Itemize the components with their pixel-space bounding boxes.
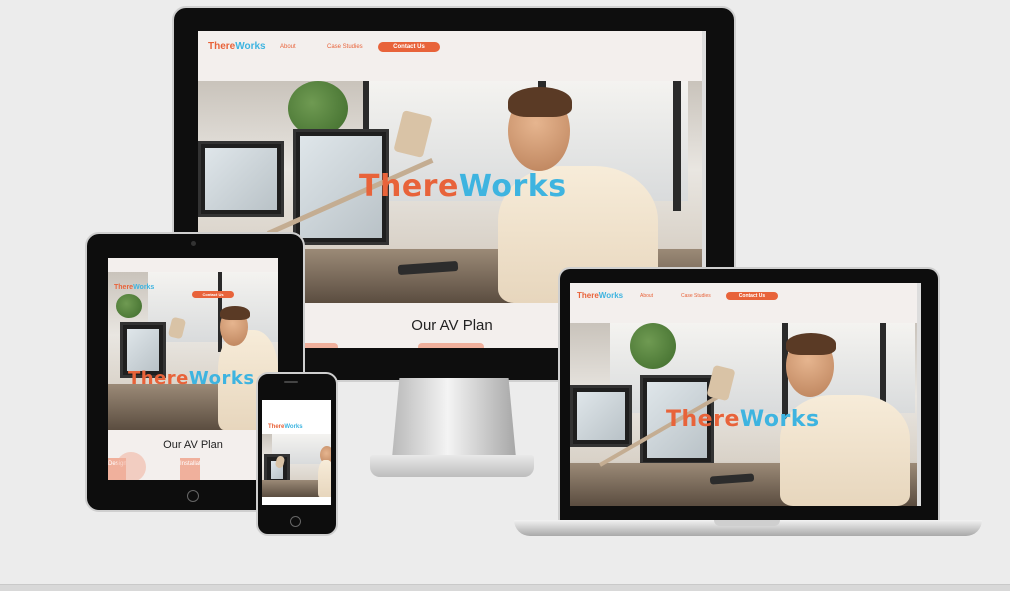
- tablet-circle-decoration: [116, 452, 146, 480]
- hero-works: Works: [458, 169, 567, 204]
- tablet-logo-overlay[interactable]: ThereWorks: [114, 284, 154, 291]
- tablet-contact-button[interactable]: Contact Us: [192, 291, 234, 298]
- logo-there: There: [268, 424, 285, 430]
- hero-there: There: [128, 368, 189, 389]
- desktop-card-peek-right: [418, 343, 484, 348]
- logo-works: Works: [598, 291, 624, 300]
- laptop-trackpad-notch: [714, 520, 780, 526]
- hero-there: There: [666, 407, 740, 432]
- phone-logo[interactable]: ThereWorks: [268, 424, 303, 430]
- desktop-stand: [392, 378, 516, 458]
- hero-works: Works: [739, 407, 820, 432]
- laptop-hero-title: ThereWorks: [666, 407, 820, 432]
- phone-home-button[interactable]: [290, 516, 301, 527]
- laptop-logo[interactable]: ThereWorks: [577, 291, 623, 300]
- laptop-scrollbar[interactable]: [917, 283, 921, 506]
- hero-works: Works: [188, 368, 255, 389]
- tablet-camera: [191, 241, 196, 246]
- logo-there: There: [114, 284, 134, 291]
- laptop-nav-contact-button[interactable]: Contact Us: [726, 292, 778, 300]
- laptop-hero-image: ThereWorks: [570, 323, 921, 506]
- logo-there: There: [577, 291, 599, 300]
- nav-case-studies-link[interactable]: Case Studies: [327, 44, 363, 50]
- page-bottom-strip: [0, 584, 1010, 591]
- laptop-nav-about-link[interactable]: About: [640, 293, 653, 299]
- phone-speaker: [284, 381, 298, 383]
- logo-there: There: [208, 41, 236, 52]
- laptop-nav-case-studies-link[interactable]: Case Studies: [681, 293, 711, 299]
- logo-works: Works: [284, 424, 303, 430]
- nav-about-link[interactable]: About: [280, 44, 296, 50]
- laptop-screen: ThereWorks About Case Studies Contact Us…: [570, 283, 921, 506]
- tablet-card-installation[interactable]: Installat: [180, 458, 200, 480]
- phone-hero-image: [262, 434, 331, 497]
- tablet-section-title: Our AV Plan: [163, 439, 223, 451]
- logo-works: Works: [133, 284, 155, 291]
- phone-nav-toggle[interactable]: [322, 424, 328, 430]
- tablet-hero-title: ThereWorks: [128, 368, 255, 389]
- laptop-navbar: ThereWorks About Case Studies Contact Us: [570, 283, 921, 324]
- nav-contact-button[interactable]: Contact Us: [378, 42, 440, 52]
- hero-there: There: [359, 169, 459, 204]
- tablet-home-button[interactable]: [187, 490, 199, 502]
- phone-screen: ThereWorks: [262, 400, 331, 505]
- desktop-logo[interactable]: ThereWorks: [208, 41, 266, 52]
- logo-works: Works: [235, 41, 266, 52]
- tablet-screen: ThereWorks ThereWorks Contact Us Our AV …: [108, 258, 278, 480]
- desktop-navbar: ThereWorks About Case Studies Contact Us: [198, 31, 706, 82]
- desktop-stand-base: [370, 455, 534, 477]
- desktop-hero-title: ThereWorks: [359, 169, 567, 204]
